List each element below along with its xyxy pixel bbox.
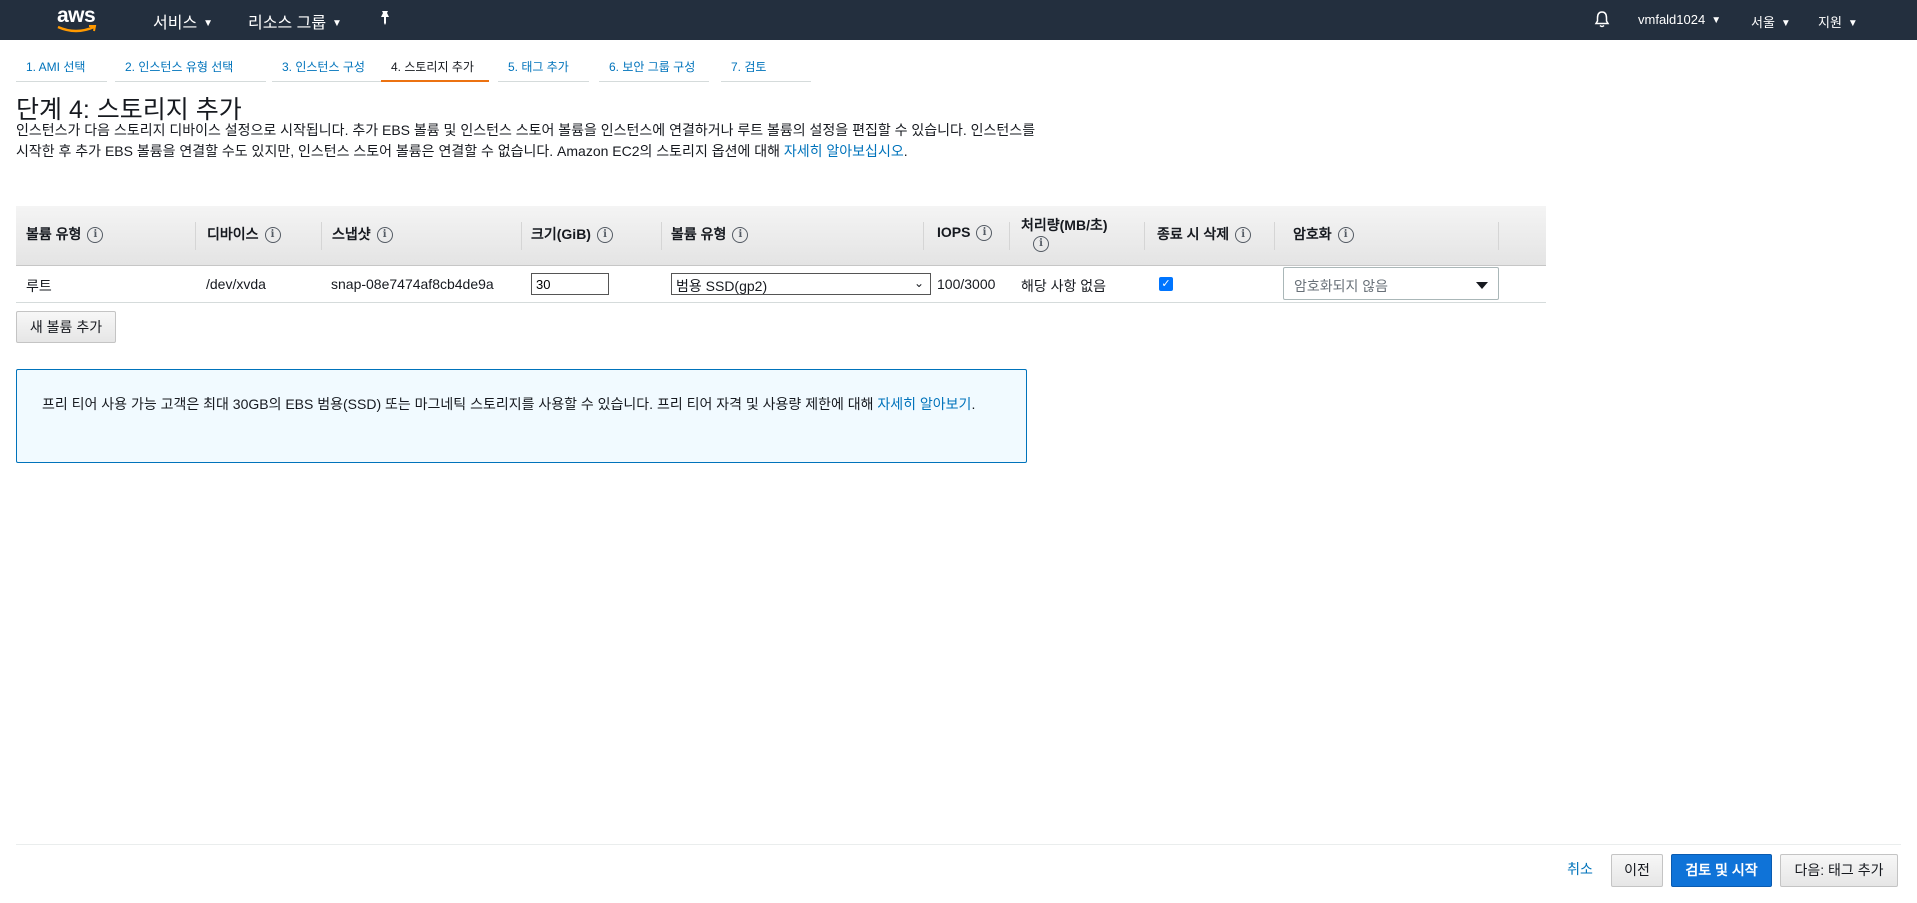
info-box-learn-more-link[interactable]: 자세히 알아보기 bbox=[877, 396, 971, 412]
cell-iops: 100/3000 bbox=[937, 276, 996, 292]
page-description: 인스턴스가 다음 스토리지 디바이스 설정으로 시작됩니다. 추가 EBS 볼륨… bbox=[16, 120, 1036, 162]
volume-type-select[interactable]: 범용 SSD(gp2) ⌄ bbox=[671, 273, 931, 295]
learn-more-link[interactable]: 자세히 알아보십시오 bbox=[784, 143, 904, 159]
header-volume-type: 볼륨 유형 i bbox=[26, 224, 104, 244]
header-iops: IOPS i bbox=[937, 224, 993, 242]
header-snapshot: 스냅샷 i bbox=[332, 224, 393, 244]
previous-button[interactable]: 이전 bbox=[1611, 854, 1663, 887]
header-label: 디바이스 bbox=[207, 226, 259, 242]
region-menu[interactable]: 서울 ▼ bbox=[1751, 12, 1791, 31]
info-icon[interactable]: i bbox=[1337, 227, 1354, 244]
aws-logo[interactable]: aws bbox=[56, 3, 100, 35]
header-size: 크기(GiB) i bbox=[531, 224, 613, 244]
chevron-down-icon: ⌄ bbox=[913, 276, 924, 290]
user-menu[interactable]: vmfald1024 ▼ bbox=[1638, 12, 1721, 27]
cell-snapshot: snap-08e7474af8cb4de9a bbox=[331, 276, 494, 292]
table-header: 볼륨 유형 i 디바이스 i 스냅샷 i 크기(GiB) i 볼륨 유형 i IOPS i … bbox=[16, 206, 1546, 266]
tab-ami[interactable]: 1. AMI 선택 bbox=[16, 50, 107, 82]
cell-device: /dev/xvda bbox=[206, 276, 266, 292]
resource-groups-menu[interactable]: 리소스 그룹 ▼ bbox=[248, 9, 342, 33]
info-box-period: . bbox=[971, 396, 976, 412]
volume-type-value: 범용 SSD(gp2) bbox=[676, 278, 768, 294]
smile-arrow-icon bbox=[57, 25, 97, 33]
header-encryption: 암호화 i bbox=[1293, 224, 1354, 244]
header-label: 처리량(MB/초) bbox=[1021, 217, 1108, 233]
support-menu[interactable]: 지원 ▼ bbox=[1818, 12, 1858, 31]
header-volume-kind: 볼륨 유형 i bbox=[671, 224, 749, 244]
table-row: 루트 /dev/xvda snap-08e7474af8cb4de9a 범용 S… bbox=[16, 266, 1546, 303]
header-label: 볼륨 유형 bbox=[26, 226, 82, 242]
info-icon[interactable]: i bbox=[596, 227, 613, 244]
chevron-down-icon: ▼ bbox=[332, 18, 342, 30]
info-icon[interactable]: i bbox=[732, 227, 749, 244]
cell-throughput: 해당 사항 없음 bbox=[1021, 278, 1107, 294]
tab-add-storage[interactable]: 4. 스토리지 추가 bbox=[381, 50, 489, 82]
info-icon[interactable]: i bbox=[1235, 227, 1252, 244]
column-divider bbox=[923, 222, 924, 250]
column-divider bbox=[1009, 222, 1010, 250]
tab-instance-config[interactable]: 3. 인스턴스 구성 bbox=[272, 50, 387, 82]
tab-add-tags[interactable]: 5. 태그 추가 bbox=[498, 50, 589, 82]
chevron-down-icon: ▼ bbox=[1847, 18, 1858, 30]
next-add-tags-button[interactable]: 다음: 태그 추가 bbox=[1780, 854, 1898, 887]
services-label: 서비스 bbox=[153, 15, 198, 32]
bell-icon[interactable] bbox=[1594, 10, 1610, 31]
description-period: . bbox=[903, 143, 908, 159]
header-label: IOPS bbox=[937, 224, 971, 240]
column-divider bbox=[521, 222, 522, 250]
header-label: 암호화 bbox=[1293, 226, 1332, 242]
storage-table: 볼륨 유형 i 디바이스 i 스냅샷 i 크기(GiB) i 볼륨 유형 i IOPS i … bbox=[16, 206, 1546, 303]
info-icon[interactable]: i bbox=[264, 227, 281, 244]
review-and-launch-button[interactable]: 검토 및 시작 bbox=[1671, 854, 1772, 887]
header-throughput: 처리량(MB/초) i bbox=[1021, 216, 1108, 253]
info-icon[interactable]: i bbox=[376, 227, 393, 244]
footer-divider bbox=[16, 844, 1901, 845]
column-divider bbox=[1498, 222, 1499, 250]
header-device: 디바이스 i bbox=[207, 224, 281, 244]
header-delete-on-termination: 종료 시 삭제 i bbox=[1157, 224, 1252, 244]
services-menu[interactable]: 서비스 ▼ bbox=[153, 9, 213, 33]
column-divider bbox=[195, 222, 196, 250]
info-box-text: 프리 티어 사용 가능 고객은 최대 30GB의 EBS 범용(SSD) 또는 … bbox=[42, 396, 878, 412]
free-tier-info-box: 프리 티어 사용 가능 고객은 최대 30GB의 EBS 범용(SSD) 또는 … bbox=[16, 369, 1027, 463]
region-label: 서울 bbox=[1751, 15, 1775, 30]
caret-down-icon bbox=[1476, 282, 1488, 289]
chevron-down-icon: ▼ bbox=[1711, 15, 1722, 27]
column-divider bbox=[1144, 222, 1145, 250]
header-label: 볼륨 유형 bbox=[671, 226, 727, 242]
header-label: 스냅샷 bbox=[332, 226, 371, 242]
resource-groups-label: 리소스 그룹 bbox=[248, 15, 327, 32]
header-label: 크기(GiB) bbox=[531, 226, 591, 242]
header-label: 종료 시 삭제 bbox=[1157, 226, 1230, 242]
add-volume-button[interactable]: 새 볼륨 추가 bbox=[16, 311, 116, 343]
column-divider bbox=[321, 222, 322, 250]
column-divider bbox=[661, 222, 662, 250]
encryption-select[interactable]: 암호화되지 않음 bbox=[1283, 267, 1499, 300]
column-divider bbox=[1274, 222, 1275, 250]
user-label: vmfald1024 bbox=[1638, 12, 1706, 27]
info-icon[interactable]: i bbox=[976, 225, 993, 242]
size-input[interactable] bbox=[531, 273, 609, 295]
cell-volume-type: 루트 bbox=[26, 278, 52, 294]
encryption-value: 암호화되지 않음 bbox=[1294, 278, 1389, 294]
tab-review[interactable]: 7. 검토 bbox=[721, 50, 811, 82]
info-icon[interactable]: i bbox=[87, 227, 104, 244]
support-label: 지원 bbox=[1818, 15, 1842, 30]
chevron-down-icon: ▼ bbox=[1780, 18, 1791, 30]
delete-on-termination-checkbox[interactable]: ✓ bbox=[1159, 277, 1173, 291]
top-nav-bar: aws 서비스 ▼ 리소스 그룹 ▼ vmfald1024 ▼ 서울 ▼ 지원 ▼ bbox=[0, 0, 1917, 40]
cancel-button[interactable]: 취소 bbox=[1560, 854, 1600, 887]
tab-security-group[interactable]: 6. 보안 그룹 구성 bbox=[599, 50, 709, 82]
chevron-down-icon: ▼ bbox=[203, 18, 214, 30]
pin-icon[interactable] bbox=[378, 10, 392, 29]
tab-instance-type[interactable]: 2. 인스턴스 유형 선택 bbox=[115, 50, 266, 82]
info-icon[interactable]: i bbox=[1033, 236, 1049, 253]
